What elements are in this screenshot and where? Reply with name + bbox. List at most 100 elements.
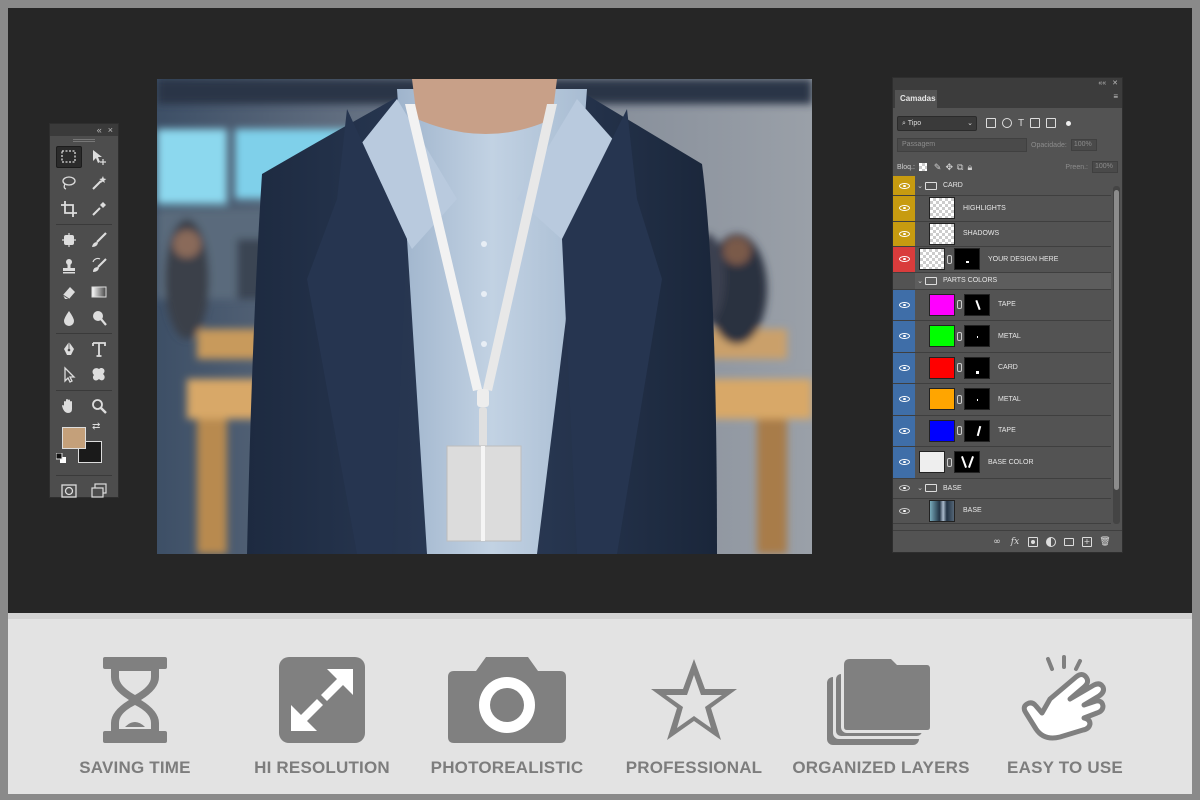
visibility-eye-icon[interactable] xyxy=(893,247,915,272)
mask-link-icon[interactable] xyxy=(957,363,962,373)
visibility-toggle-empty[interactable] xyxy=(893,272,915,289)
visibility-eye-icon[interactable] xyxy=(893,478,915,498)
layer-your-design-here[interactable]: YOUR DESIGN HERE xyxy=(893,247,1111,273)
adjustment-filter-icon[interactable] xyxy=(1002,118,1012,128)
default-colors-icon[interactable] xyxy=(56,453,66,463)
marquee-icon[interactable] xyxy=(56,146,82,168)
new-layer-icon[interactable]: + xyxy=(1082,536,1092,547)
visibility-eye-icon[interactable] xyxy=(893,321,915,352)
tab-layers[interactable]: Camadas xyxy=(895,90,937,108)
path-selection-icon[interactable] xyxy=(56,364,82,386)
clone-stamp-icon[interactable] xyxy=(56,255,82,277)
type-icon[interactable] xyxy=(86,338,112,360)
eyedropper-icon[interactable] xyxy=(86,198,112,220)
eraser-icon[interactable] xyxy=(56,281,82,303)
dodge-icon[interactable] xyxy=(86,307,112,329)
layer-mask-thumbnail[interactable] xyxy=(964,325,990,348)
lock-all-icon[interactable]: 🔒︎ xyxy=(967,162,972,173)
document-canvas[interactable] xyxy=(157,79,812,554)
expand-chevron-icon[interactable]: ⌄ xyxy=(915,182,925,190)
close-panel-icon[interactable]: ✕ xyxy=(1112,79,1118,87)
layer-mask-thumbnail[interactable] xyxy=(964,388,990,411)
hand-icon[interactable] xyxy=(56,395,82,417)
lock-artboard-icon[interactable]: ⧉ xyxy=(957,162,963,173)
visibility-eye-icon[interactable] xyxy=(893,176,915,195)
mask-link-icon[interactable] xyxy=(947,254,952,264)
panel-grip[interactable] xyxy=(50,136,118,144)
layer-shadows[interactable]: SHADOWS xyxy=(893,221,1111,247)
visibility-eye-icon[interactable] xyxy=(893,196,915,221)
close-panel-icon[interactable]: × xyxy=(108,124,113,136)
mask-link-icon[interactable] xyxy=(947,457,952,467)
mask-link-icon[interactable] xyxy=(957,300,962,310)
layer-group-base[interactable]: ⌄ BASE xyxy=(893,478,1111,499)
collapse-panel-icon[interactable]: « xyxy=(97,124,102,136)
new-group-icon[interactable] xyxy=(1064,537,1074,546)
layer-kind-filter[interactable]: ⌕ Tipo ⌄ xyxy=(897,115,977,131)
zoom-icon[interactable] xyxy=(86,395,112,417)
healing-brush-icon[interactable] xyxy=(56,229,82,251)
panel-menu-icon[interactable]: ≡ xyxy=(1113,92,1118,101)
move-icon[interactable] xyxy=(86,146,112,168)
visibility-eye-icon[interactable] xyxy=(893,498,915,523)
layer-group-card[interactable]: ⌄ CARD xyxy=(893,176,1111,196)
adjustment-layer-icon[interactable] xyxy=(1046,536,1056,547)
expand-chevron-icon[interactable]: ⌄ xyxy=(915,484,925,492)
expand-chevron-icon[interactable]: ⌄ xyxy=(915,277,925,285)
tools-panel-header: « × xyxy=(50,124,118,136)
layer-metal-orange[interactable]: METAL xyxy=(893,384,1111,416)
layer-base-color[interactable]: BASE COLOR xyxy=(893,447,1111,479)
mask-link-icon[interactable] xyxy=(957,426,962,436)
layer-group-parts-colors[interactable]: ⌄ PARTS COLORS xyxy=(893,272,1111,290)
crop-icon[interactable] xyxy=(56,198,82,220)
history-brush-icon[interactable] xyxy=(86,255,112,277)
opacity-field[interactable]: 100% xyxy=(1070,139,1097,151)
layer-highlights[interactable]: HIGHLIGHTS xyxy=(893,196,1111,222)
smart-object-filter-icon[interactable] xyxy=(1046,118,1057,128)
visibility-eye-icon[interactable] xyxy=(893,415,915,446)
foreground-color-swatch[interactable] xyxy=(62,427,86,449)
delete-layer-icon[interactable]: 🗑︎ xyxy=(1099,537,1110,547)
layer-mask-thumbnail[interactable] xyxy=(964,356,990,379)
visibility-eye-icon[interactable] xyxy=(893,289,915,320)
blur-icon[interactable] xyxy=(56,307,82,329)
quick-mask-icon[interactable] xyxy=(56,480,82,502)
mask-link-icon[interactable] xyxy=(957,331,962,341)
layer-tape-magenta[interactable]: TAPE xyxy=(893,289,1111,321)
screen-mode-icon[interactable] xyxy=(86,480,112,502)
layer-tape-blue[interactable]: TAPE xyxy=(893,415,1111,447)
type-filter-icon[interactable]: T xyxy=(1018,118,1024,129)
pixel-filter-icon[interactable] xyxy=(986,118,996,128)
visibility-eye-icon[interactable] xyxy=(893,384,915,415)
visibility-eye-icon[interactable] xyxy=(893,221,915,246)
link-layers-icon[interactable]: ∞ xyxy=(992,537,1002,547)
swap-colors-icon[interactable]: ⇄ xyxy=(92,421,100,432)
layer-mask-thumbnail[interactable] xyxy=(964,419,990,442)
lock-position-icon[interactable]: ✥ xyxy=(945,162,953,173)
gradient-icon[interactable] xyxy=(86,281,112,303)
add-mask-icon[interactable] xyxy=(1028,536,1038,547)
layer-mask-thumbnail[interactable] xyxy=(964,293,990,316)
visibility-eye-icon[interactable] xyxy=(893,352,915,383)
layer-mask-thumbnail[interactable] xyxy=(954,451,980,474)
lasso-icon[interactable] xyxy=(56,172,82,194)
custom-shape-icon[interactable] xyxy=(86,364,112,386)
mask-link-icon[interactable] xyxy=(957,394,962,404)
layer-base-photo[interactable]: BASE xyxy=(893,498,1111,524)
layer-mask-thumbnail[interactable] xyxy=(954,248,980,271)
magic-wand-icon[interactable] xyxy=(86,172,112,194)
shape-filter-icon[interactable] xyxy=(1030,118,1041,128)
layer-metal-green[interactable]: METAL xyxy=(893,321,1111,353)
lock-pixels-icon[interactable]: ✎ xyxy=(934,162,942,173)
layers-scrollbar-thumb[interactable] xyxy=(1114,190,1119,490)
fx-icon[interactable]: fx xyxy=(1010,537,1020,547)
fill-field[interactable]: 100% xyxy=(1092,161,1118,173)
lock-transparency-icon[interactable] xyxy=(918,163,927,171)
layer-card-red[interactable]: CARD xyxy=(893,352,1111,384)
pen-icon[interactable] xyxy=(56,338,82,360)
brush-icon[interactable] xyxy=(86,229,112,251)
blend-mode-select[interactable]: Passagem xyxy=(897,138,1027,152)
collapse-panel-icon[interactable]: «« xyxy=(1098,80,1106,87)
visibility-eye-icon[interactable] xyxy=(893,447,915,478)
filter-toggle-icon[interactable] xyxy=(1066,120,1072,126)
